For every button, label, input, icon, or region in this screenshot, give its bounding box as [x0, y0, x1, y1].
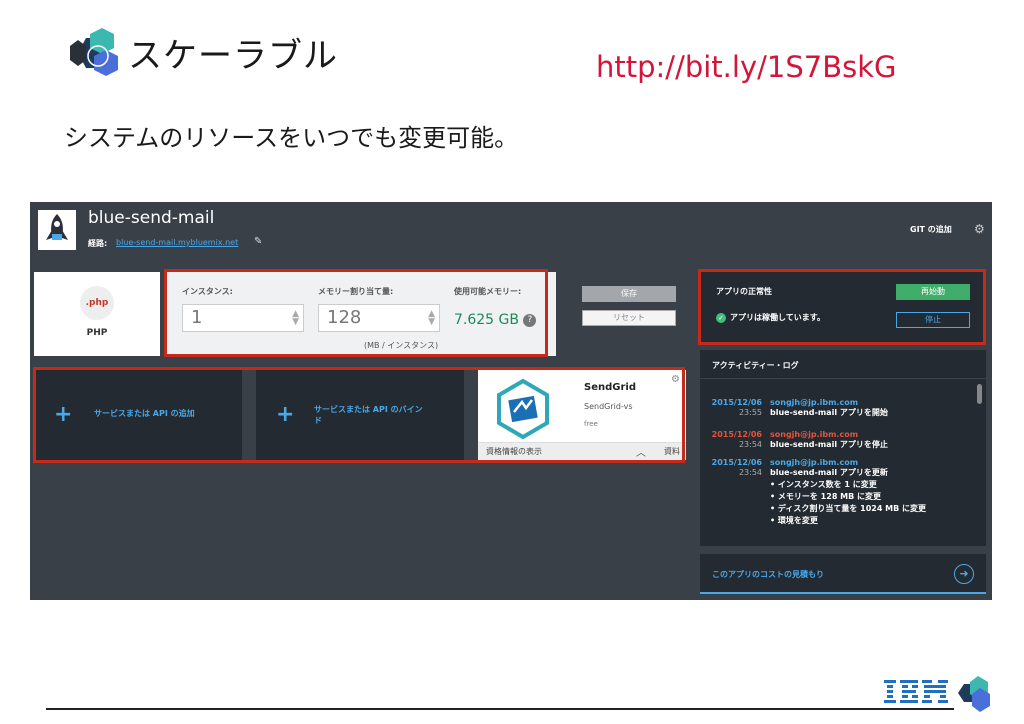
route-label: 経路:	[88, 239, 108, 248]
runtime-card[interactable]: .php PHP	[34, 272, 160, 356]
activity-log-panel: アクティビティー・ログ 2015/12/06 23:55 songjh@jp.i…	[700, 350, 986, 546]
ibm-logo	[884, 676, 990, 712]
highlight-box	[33, 367, 685, 463]
reset-button[interactable]: リセット	[582, 310, 676, 326]
cost-estimate-bar[interactable]: このアプリのコストの見積もり ➜	[700, 554, 986, 594]
save-button[interactable]: 保存	[582, 286, 676, 302]
divider	[700, 378, 986, 379]
highlight-box	[698, 269, 986, 345]
scrollbar[interactable]	[977, 384, 982, 404]
runtime-label: PHP	[86, 328, 108, 338]
bluemix-app-screenshot: blue-send-mail 経路: blue-send-mail.myblue…	[30, 202, 992, 600]
activity-log-title: アクティビティー・ログ	[712, 361, 799, 370]
slide-subtitle: システムのリソースをいつでも変更可能。	[64, 124, 519, 152]
gear-icon[interactable]: ⚙	[974, 222, 985, 236]
bluemix-logo	[70, 28, 118, 76]
arrow-right-icon[interactable]: ➜	[954, 564, 974, 584]
highlight-box	[164, 269, 548, 357]
php-icon: .php	[80, 286, 114, 320]
slide-title: スケーラブル	[128, 36, 338, 76]
slide-url-link[interactable]: http://bit.ly/1S7BskG	[596, 50, 896, 84]
route-link[interactable]: blue-send-mail.mybluemix.net	[116, 238, 238, 247]
rocket-icon	[38, 210, 76, 250]
footer-line	[46, 708, 954, 710]
app-name: blue-send-mail	[88, 208, 215, 228]
cost-estimate-label: このアプリのコストの見積もり	[712, 570, 824, 579]
add-git-link[interactable]: GIT の追加	[910, 224, 952, 235]
pencil-icon[interactable]: ✎	[254, 236, 262, 247]
